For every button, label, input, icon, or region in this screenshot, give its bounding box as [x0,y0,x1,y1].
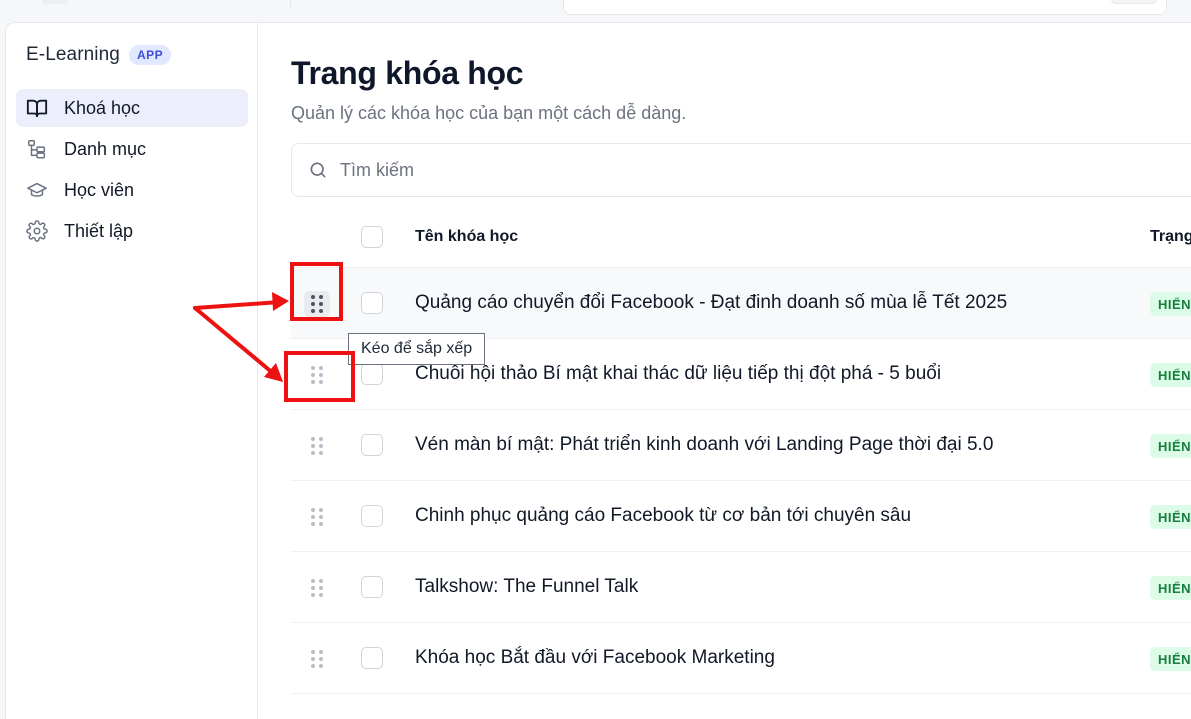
topbar-search-box[interactable] [563,0,1167,15]
table-header: Tên khóa học Trạng [291,206,1191,268]
sidebar-item-categories[interactable]: Danh mục [16,130,248,168]
top-bar [0,0,1191,22]
page-title: Trang khóa học [291,55,524,91]
status-badge: HIỂN [1150,434,1191,458]
course-title[interactable]: Quảng cáo chuyển đổi Facebook - Đạt đinh… [415,292,1007,314]
book-open-icon [26,97,48,119]
status-badge: HIỂN [1150,647,1191,671]
table-row[interactable]: Chinh phục quảng cáo Facebook từ cơ bản … [291,481,1191,552]
grip-dots-icon [311,650,323,668]
courses-table: Tên khóa học Trạng Quảng cáo chuyển đổi … [291,206,1191,694]
sidebar-item-label: Danh mục [64,138,147,159]
app-badge: APP [128,45,172,65]
course-title[interactable]: Vén màn bí mật: Phát triển kinh doanh vớ… [415,434,993,456]
search-box [291,143,1191,197]
topbar-divider [290,0,291,8]
grip-dots-icon [311,579,323,597]
grip-dots-icon [311,437,323,455]
status-badge: HIỂN [1150,505,1191,529]
drag-handle[interactable] [304,575,330,601]
course-title[interactable]: Chuỗi hội thảo Bí mật khai thác dữ liệu … [415,363,941,385]
course-title[interactable]: Khóa học Bắt đầu với Facebook Marketing [415,647,775,669]
table-row[interactable]: Talkshow: The Funnel Talk HIỂN [291,552,1191,623]
search-icon [308,160,328,180]
drag-handle[interactable] [304,504,330,530]
page-subtitle: Quản lý các khóa học của bạn một cách dễ… [291,103,687,123]
status-badge: HIỂN [1150,363,1191,387]
sidebar-item-label: Khoá học [64,97,141,118]
row-checkbox[interactable] [361,434,383,456]
sidebar: E-Learning APP Khoá học Danh mục Học viê… [5,22,258,719]
row-checkbox[interactable] [361,647,383,669]
row-checkbox[interactable] [361,505,383,527]
grip-dots-icon [311,508,323,526]
course-title[interactable]: Chinh phục quảng cáo Facebook từ cơ bản … [415,505,911,527]
brand: E-Learning APP [26,44,172,66]
brand-name: E-Learning [26,44,120,65]
sidebar-item-courses[interactable]: Khoá học [16,89,248,127]
course-title[interactable]: Talkshow: The Funnel Talk [415,576,638,598]
drag-handle[interactable] [304,646,330,672]
status-badge: HIỂN [1150,292,1191,316]
gear-icon [26,220,48,242]
graduation-cap-icon [26,179,48,201]
column-header-status: Trạng [1150,227,1191,245]
column-header-name: Tên khóa học [415,227,519,245]
table-row[interactable]: Vén màn bí mật: Phát triển kinh doanh vớ… [291,410,1191,481]
annotation-highlight-box [290,262,343,321]
topbar-button[interactable] [1111,0,1157,4]
topbar-avatar[interactable] [42,0,68,4]
drag-tooltip: Kéo để sắp xếp [348,333,486,365]
table-row[interactable]: Khóa học Bắt đầu với Facebook Marketing … [291,623,1191,694]
status-badge: HIỂN [1150,576,1191,600]
table-row[interactable]: Quảng cáo chuyển đổi Facebook - Đạt đinh… [291,268,1191,339]
sidebar-item-label: Học viên [64,179,135,200]
row-checkbox[interactable] [361,576,383,598]
main-content: Trang khóa học Quản lý các khóa học của … [258,22,1191,719]
row-checkbox[interactable] [361,292,383,314]
annotation-highlight-box [284,351,355,402]
row-checkbox[interactable] [361,363,383,385]
search-input[interactable] [340,159,1040,181]
sidebar-item-label: Thiết lập [64,220,134,241]
sidebar-item-settings[interactable]: Thiết lập [16,212,248,250]
category-tree-icon [26,138,48,160]
drag-handle[interactable] [304,433,330,459]
sidebar-item-students[interactable]: Học viên [16,171,248,209]
select-all-checkbox[interactable] [361,226,383,248]
sidebar-nav: Khoá học Danh mục Học viên Thiết lập [16,89,248,253]
